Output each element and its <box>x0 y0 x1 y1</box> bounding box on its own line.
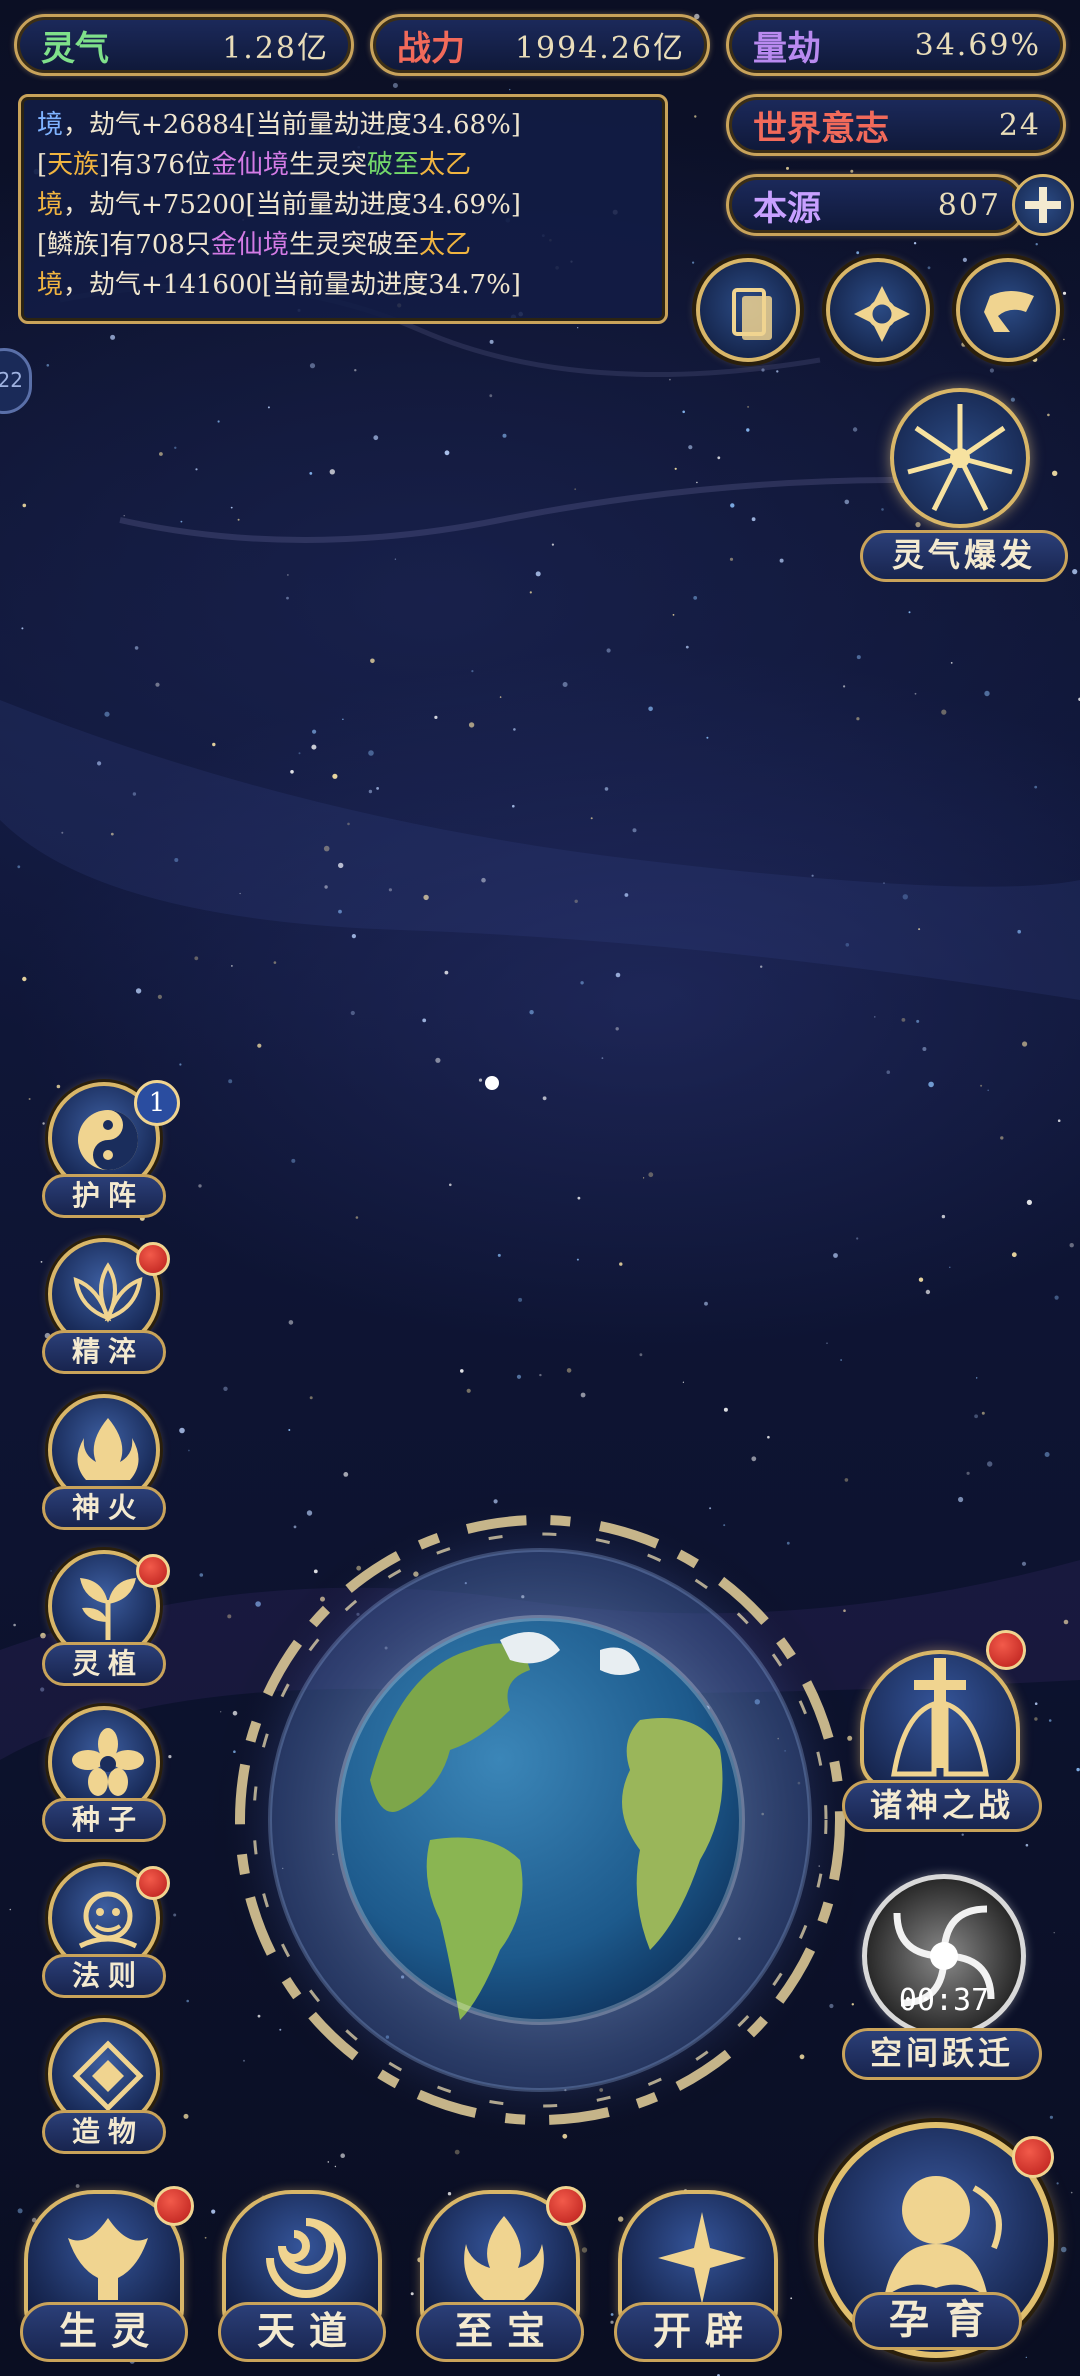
seed-label: 种子 <box>42 1798 166 1842</box>
divine-fire-label: 神火 <box>42 1486 166 1530</box>
portal-button[interactable] <box>826 258 930 362</box>
log-line: 境，劫气+141600[当前量劫进度34.7%] <box>37 270 521 300</box>
protect-array-label: 护阵 <box>42 1174 166 1218</box>
cards-icon <box>732 288 772 340</box>
zhanli-stat[interactable]: 战力 1994.26亿 <box>370 14 710 76</box>
left-menu-spirit-plant[interactable]: 灵植 <box>38 1550 178 1700</box>
left-menu-refine[interactable]: 精淬 <box>38 1238 178 1388</box>
portal-icon <box>854 286 910 342</box>
qi-burst-label: 灵气爆发 <box>860 530 1068 582</box>
event-log-panel: 境，劫气+26884[当前量劫进度34.68%] [天族]有376位金仙境生灵突… <box>18 94 668 324</box>
liangjie-value: 34.69% <box>914 27 1041 63</box>
refine-label: 精淬 <box>42 1330 166 1374</box>
left-menu-divine-fire[interactable]: 神火 <box>38 1394 178 1544</box>
phoenix-icon <box>68 2218 148 2300</box>
refine-notification-dot <box>136 1242 170 1276</box>
creatures-label: 生灵 <box>20 2302 188 2362</box>
swirl-icon <box>266 2218 346 2298</box>
lotus-icon <box>73 1262 143 1323</box>
gods-war-label: 诸神之战 <box>842 1780 1042 1832</box>
left-menu-seed[interactable]: 种子 <box>38 1706 178 1856</box>
gods-war-button[interactable]: 诸神之战 <box>838 1620 1048 1850</box>
scroll-button[interactable] <box>956 258 1060 362</box>
benyuan-label: 本源 <box>753 188 821 229</box>
spark-icon <box>658 2212 746 2304</box>
liangjie-label: 量劫 <box>753 28 821 69</box>
law-notification-dot <box>136 1866 170 1900</box>
log-line: 境，劫气+26884[当前量劫进度34.68%] <box>37 110 521 140</box>
nurture-label: 孕育 <box>852 2292 1022 2350</box>
creatures-notification-dot <box>154 2186 194 2226</box>
lingqi-value: 1.28亿 <box>222 31 329 66</box>
flame-icon <box>77 1418 139 1480</box>
nurture-notification-dot <box>1012 2136 1054 2178</box>
sword-icon <box>891 1658 989 1777</box>
scroll-icon <box>984 291 1034 332</box>
cards-button[interactable] <box>696 258 800 362</box>
lingqi-label: 灵气 <box>41 28 109 69</box>
left-menu-protect-array[interactable]: 护阵 1 <box>38 1080 180 1232</box>
left-menu-law[interactable]: 法则 <box>38 1862 178 2012</box>
liangjie-stat[interactable]: 量劫 34.69% <box>726 14 1066 76</box>
earth-icon <box>210 1490 870 2150</box>
log-line: [鳞族]有708只金仙境生灵突破至太乙 <box>37 230 471 260</box>
plant-icon <box>80 1578 136 1640</box>
benyuan-value: 807 <box>937 187 1001 223</box>
bottom-menu-open[interactable]: 开辟 <box>608 2190 788 2370</box>
open-label: 开辟 <box>614 2302 782 2362</box>
left-menu-creation[interactable]: 造物 <box>38 2018 178 2168</box>
flower-icon <box>72 1728 144 1796</box>
burst-medal <box>890 388 1030 528</box>
space-jump-medal: 00:37 <box>862 1874 1026 2038</box>
benyuan-stat[interactable]: 本源 807 <box>726 174 1026 236</box>
treasure-notification-dot <box>546 2186 586 2226</box>
planet-world[interactable] <box>200 1480 880 2160</box>
heaven-dao-label: 天道 <box>218 2302 386 2362</box>
bottom-menu-treasure[interactable]: 至宝 <box>410 2186 590 2370</box>
log-line: [天族]有376位金仙境生灵突破至太乙 <box>37 150 472 180</box>
treasure-icon <box>464 2216 544 2300</box>
beast-icon <box>78 1891 138 1949</box>
add-benyuan-button[interactable] <box>1012 174 1074 236</box>
log-line: 境，劫气+75200[当前量劫进度34.69%] <box>37 190 521 220</box>
lingqi-stat[interactable]: 灵气 1.28亿 <box>14 14 354 76</box>
diamond-icon <box>72 2040 144 2112</box>
space-jump-label: 空间跃迁 <box>842 2028 1042 2080</box>
gods-war-notification-dot <box>986 1630 1026 1670</box>
world-will-label: 世界意志 <box>753 108 889 149</box>
sunburst-icon <box>907 404 1013 512</box>
nurture-button[interactable]: 孕育 <box>812 2116 1062 2366</box>
qi-burst-button[interactable]: 灵气爆发 <box>860 380 1070 600</box>
world-will-value: 24 <box>998 107 1041 143</box>
spirit-plant-label: 灵植 <box>42 1642 166 1686</box>
bottom-menu-heaven-dao[interactable]: 天道 <box>212 2190 392 2370</box>
protect-array-count-badge: 1 <box>134 1080 180 1126</box>
world-will-stat[interactable]: 世界意志 24 <box>726 94 1066 156</box>
zhanli-label: 战力 <box>397 28 465 69</box>
bottom-menu-creatures[interactable]: 生灵 <box>14 2186 194 2370</box>
space-jump-timer: 00:37 <box>898 1983 990 2018</box>
law-label: 法则 <box>42 1954 166 1998</box>
creation-label: 造物 <box>42 2110 166 2154</box>
yin-yang-icon <box>78 1110 138 1170</box>
treasure-label: 至宝 <box>416 2302 584 2362</box>
zhanli-value: 1994.26亿 <box>514 31 685 66</box>
space-jump-button[interactable]: 00:37 空间跃迁 <box>838 1870 1048 2090</box>
gods-war-medal <box>860 1650 1020 1790</box>
spirit-plant-notification-dot <box>136 1554 170 1588</box>
plus-icon <box>1025 187 1061 223</box>
side-tab-label: 22 <box>0 368 23 392</box>
